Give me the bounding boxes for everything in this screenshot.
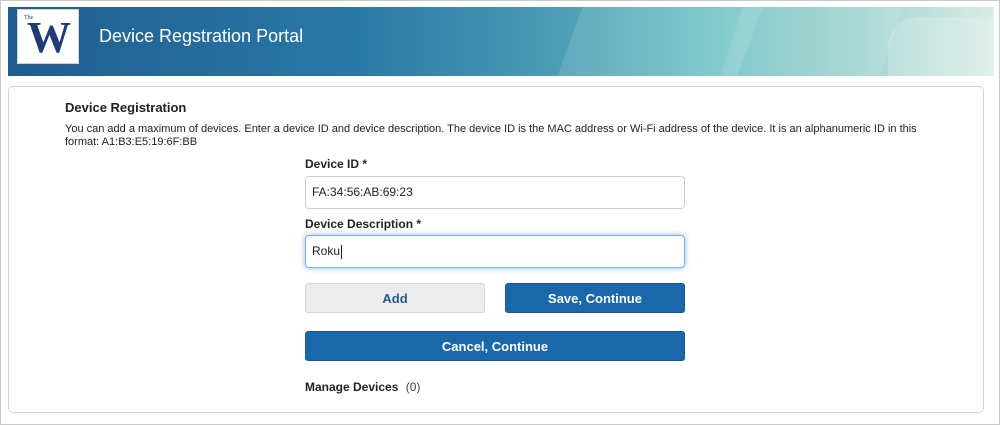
portal-title: Device Regstration Portal [99, 26, 304, 46]
browser-frame: The W Device Regstration Portal Device R… [0, 0, 1000, 425]
text-cursor [341, 244, 343, 259]
portal-header: The W Device Regstration Portal [8, 7, 994, 76]
manage-devices[interactable]: Manage Devices (0) [305, 380, 420, 394]
save-continue-button[interactable]: Save, Continue [505, 283, 685, 313]
section-title: Device Registration [65, 100, 187, 115]
device-description-label: Device Description * [305, 217, 422, 231]
device-id-input[interactable]: FA:34:56:AB:69:23 [305, 176, 685, 209]
device-id-label: Device ID * [305, 157, 368, 171]
device-description-value: Roku [312, 244, 341, 258]
university-logo: The W [17, 9, 79, 64]
cancel-continue-button[interactable]: Cancel, Continue [305, 331, 685, 361]
add-button[interactable]: Add [305, 283, 485, 313]
manage-devices-label[interactable]: Manage Devices [305, 380, 398, 394]
registration-description: You can add a maximum of devices. Enter … [65, 123, 917, 148]
header-decoration [888, 17, 994, 76]
header-decoration [710, 7, 906, 76]
manage-devices-count: (0) [405, 380, 421, 394]
device-description-input[interactable]: Roku [305, 235, 685, 268]
logo-letter: W [27, 13, 71, 62]
registration-panel: Device Registration You can add a maximu… [8, 86, 984, 413]
